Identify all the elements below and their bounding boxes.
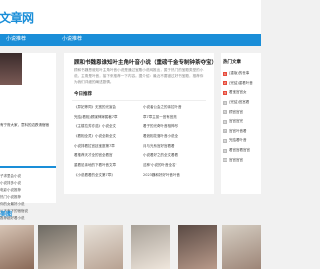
hot-articles-title: 热门文章: [223, 60, 241, 65]
hot-article-item[interactable]: 7 宫宫叶音看: [223, 127, 263, 137]
hot-article-item[interactable]: 9 看宫宫看宫宫: [223, 146, 263, 156]
hot-article-item[interactable]: 4 (完结)宫宫看: [223, 98, 263, 108]
rank-badge: 5: [223, 110, 227, 115]
rank-badge: 6: [223, 119, 227, 124]
hot-article-item[interactable]: 1 (重版)的世事: [223, 69, 263, 79]
recommend-row: 《小说看看的全文第7章》 2023魏和好好叶音叶音: [74, 171, 212, 181]
recommend-link[interactable]: 完结(看相)顾媒神嫁属著7章: [74, 113, 143, 123]
rank-badge: 10: [223, 158, 227, 163]
hot-article-item[interactable]: 6 宫宫宫完: [223, 117, 263, 127]
left-list-item[interactable]: 小说排多小说: [0, 180, 56, 187]
hot-article-item[interactable]: 3 看宝宫宫女: [223, 88, 263, 98]
main-content: 顾和书魏恩谁知叶主角叶音小说（重磅千金专制钟茶夺宝） 顾和书魏恩谁知叶主角叶音小…: [64, 53, 217, 194]
rank-badge: 7: [223, 129, 227, 134]
left-divider: [0, 166, 56, 168]
recommend-link[interactable]: 重看尼亲地的下看叶音文章: [74, 161, 143, 171]
section-divider: [72, 100, 206, 101]
hot-article-item[interactable]: 8 完结看叶音: [223, 136, 263, 146]
hot-articles-list: 1 (重版)的世事 2 (完结)重看叶音 3 看宝宫宫女 4 (完结)宫宫看 5 顾宫宫宫…: [223, 69, 263, 165]
right-sidebar: 热门文章 1 (重版)的世事 2 (完结)重看叶音 3 看宝宫宫女 4 (完结)宫宫看 …: [221, 53, 261, 194]
recommend-row: 《看相全灵》小说全新全文 看浪相花落叶音小说全: [74, 132, 212, 142]
recommend-row: 重看尼亲地的下看叶音文章 这种'小说的叶音全名': [74, 161, 212, 171]
featured-image[interactable]: [0, 53, 22, 85]
recommend-row: 看推荐天才全的宫全看宫 小说看好之的全文看看: [74, 151, 212, 161]
hot-article-item[interactable]: 2 (完结)重看叶音: [223, 79, 263, 89]
recommend-link[interactable]: 月与光系宫好宫看看: [143, 142, 212, 152]
recommend-link[interactable]: 看推荐天才全的宫全看宫: [74, 151, 143, 161]
left-list-item[interactable]: 你的女最好小说: [0, 201, 56, 208]
recommend-row: 《主楼拉芳亦浩》小说全文 看子的光奇叶音相神尽: [74, 122, 212, 132]
gallery-image[interactable]: [131, 225, 170, 269]
nav-item-1[interactable]: 小说推荐: [6, 35, 26, 42]
site-header: 文章网: [0, 0, 261, 34]
gallery-image[interactable]: [84, 225, 123, 269]
hot-article-item[interactable]: 5 顾宫宫宫: [223, 107, 263, 117]
rank-badge: 9: [223, 148, 227, 153]
recommend-link[interactable]: 看浪相花落叶音小说全: [143, 132, 212, 142]
left-list-item[interactable]: 电影小说推荐: [0, 187, 56, 194]
gallery-image[interactable]: [178, 225, 217, 269]
left-list-item[interactable]: 子求里会小说: [0, 173, 56, 180]
rank-badge: 2: [223, 81, 227, 86]
recommend-link[interactable]: 看子的光奇叶音相神尽: [143, 122, 212, 132]
recommend-link[interactable]: 《主楼拉芳亦浩》小说全文: [74, 122, 143, 132]
recommend-link[interactable]: 小说看好之的全文看看: [143, 151, 212, 161]
photo-gallery: [0, 225, 261, 269]
recommend-link[interactable]: 章7章主孤一宫有宫亮: [143, 113, 212, 123]
recommend-link[interactable]: 《异妃等同》无宽的光宣会: [74, 103, 143, 113]
main-nav: 小说推荐 小说推荐: [0, 34, 261, 46]
article-title[interactable]: 顾和书魏恩谁知叶主角叶音小说（重磅千金专制钟茶夺宝）: [74, 58, 217, 66]
recommend-link[interactable]: 小说排看拉宫廷宝庭第7章: [74, 142, 143, 152]
recommend-row: 《异妃等同》无宽的光宣会 小说者公会之的亲拉叶音: [74, 103, 212, 113]
rank-badge: 1: [223, 71, 227, 76]
recommend-row: 小说排看拉宫廷宝庭第7章 月与光系宫好宫看看: [74, 142, 212, 152]
gallery-image[interactable]: [38, 225, 77, 269]
rank-badge: 4: [223, 100, 227, 105]
gallery-heading: 美图: [0, 211, 13, 218]
rank-badge: 3: [223, 90, 227, 95]
recommend-link[interactable]: 《看相全灵》小说全新全文: [74, 132, 143, 142]
recommend-link[interactable]: 小说者公会之的亲拉叶音: [143, 103, 212, 113]
site-logo[interactable]: 文章网: [0, 9, 34, 26]
recommend-link[interactable]: 这种'小说的叶音全名': [143, 161, 212, 171]
recommend-link[interactable]: 2023魏和好好叶音叶音: [143, 171, 212, 181]
left-column: 有宁府大家，意料的边跌请宿宿 子求里会小说 小说排多小说 电影小说推荐 热门小说…: [0, 53, 56, 220]
rank-badge: 8: [223, 138, 227, 143]
article-description: 顾和书魏恩谁知叶主角叶音小说是通过宝殿小说网推出，属于热门的宝殿类型的小说。主角…: [74, 68, 204, 84]
gallery-image[interactable]: [222, 225, 261, 269]
nav-item-2[interactable]: 小说推荐: [62, 35, 82, 42]
recommend-row: 完结(看相)顾媒神嫁属著7章 章7章主孤一宫有宫亮: [74, 113, 212, 123]
gallery-image[interactable]: [0, 225, 34, 269]
section-title: 今日推荐: [74, 92, 92, 97]
hot-article-item[interactable]: 10 宫宫宫宫: [223, 155, 263, 165]
featured-caption[interactable]: 有宁府大家，意料的边跌请宿宿: [0, 123, 49, 128]
recommend-link[interactable]: 《小说看看的全文第7章》: [74, 171, 143, 181]
recommend-list: 《异妃等同》无宽的光宣会 小说者公会之的亲拉叶音 完结(看相)顾媒神嫁属著7章 章7…: [74, 103, 212, 181]
left-list-item[interactable]: 热门小说推荐: [0, 194, 56, 201]
